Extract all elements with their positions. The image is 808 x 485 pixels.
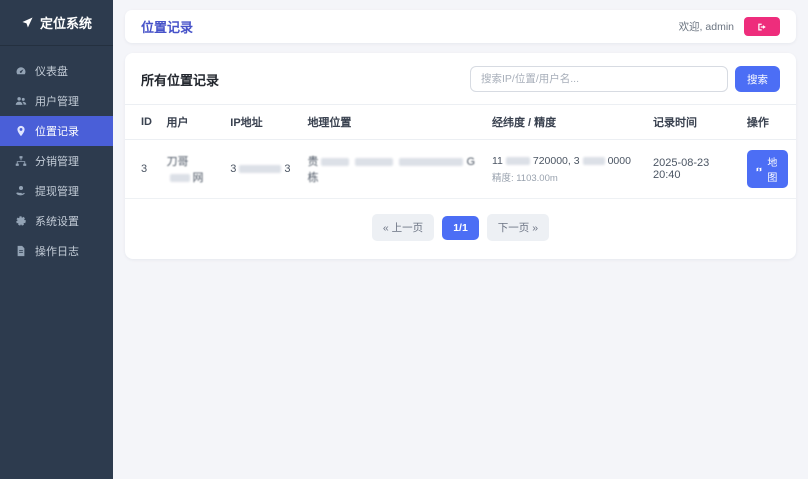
sidebar-item-label: 操作日志 [35,246,79,258]
topbar-right: 欢迎, admin [679,17,780,36]
col-ip: IP地址 [222,104,300,140]
page-title: 位置记录 [141,20,194,35]
settings-icon [14,215,27,228]
log-icon [14,245,27,258]
cell-coords: 11 720000, 3 0000 精度: 1103.00m [483,139,645,199]
dashboard-icon [14,65,27,78]
col-user: 用户 [158,104,223,140]
users-icon [14,95,27,108]
sidebar-item-withdraw[interactable]: 提现管理 [0,176,113,206]
sitemap-icon [14,155,27,168]
col-id: ID [125,104,159,140]
sidebar-item-label: 分销管理 [35,156,79,168]
logout-button[interactable] [744,17,780,36]
app-title: 定位系统 [39,16,92,31]
main-area: 位置记录 欢迎, admin 所有位置记录 搜索 ID 用户 [113,0,808,479]
col-actions: 操作 [738,104,796,140]
redacted-text [399,158,464,167]
redacted-text [355,158,394,167]
location-arrow-icon [22,17,33,28]
sidebar: 定位系统 仪表盘 用户管理 位置记录 分销管理 提现管理 系统设置 操作日志 [0,0,113,479]
table-row: 3 刀哥网 33 贵 G栋 11 720000, 3 0000 精度: 1103.00… [125,139,796,199]
redacted-text [239,165,282,174]
welcome-text: 欢迎, admin [678,21,734,33]
sign-out-icon [758,23,766,30]
sidebar-item-label: 位置记录 [35,126,79,138]
panel-header: 所有位置记录 搜索 [125,53,796,104]
sidebar-item-settings[interactable]: 系统设置 [0,206,113,236]
col-time: 记录时间 [644,104,739,140]
search-button[interactable]: 搜索 [735,66,780,92]
sidebar-item-label: 系统设置 [35,216,79,228]
cell-id: 3 [125,139,159,199]
pagination: « 上一页 1/1 下一页 » [125,199,796,255]
prev-page-button[interactable]: « 上一页 [371,214,435,241]
redacted-text [582,156,605,165]
next-page-button[interactable]: 下一页 » [486,214,550,241]
sidebar-item-location-records[interactable]: 位置记录 [0,116,113,146]
cell-user: 刀哥网 [158,139,223,199]
redacted-text [321,158,350,167]
app-logo: 定位系统 [0,0,113,46]
panel-title: 所有位置记录 [141,72,220,88]
cell-time: 2025-08-23 20:40 [644,139,739,199]
sidebar-item-users[interactable]: 用户管理 [0,86,113,116]
sidebar-item-dashboard[interactable]: 仪表盘 [0,56,113,86]
records-panel: 所有位置记录 搜索 ID 用户 IP地址 地理位置 经纬度 / 精度 记录时间 [125,53,796,259]
coordinates: 11 720000, 3 0000 [491,154,631,167]
window-bottom-edge [0,479,808,485]
records-table: ID 用户 IP地址 地理位置 经纬度 / 精度 记录时间 操作 3 刀哥网 3… [125,104,796,199]
topbar: 位置记录 欢迎, admin [125,10,796,43]
cell-actions: 地图 [738,139,796,199]
cell-location: 贵 G栋 [299,139,484,199]
sidebar-item-distribution[interactable]: 分销管理 [0,146,113,176]
search-input[interactable] [470,66,728,92]
redacted-text [169,174,190,183]
map-button[interactable]: 地图 [746,150,788,188]
sidebar-item-logs[interactable]: 操作日志 [0,236,113,266]
table-header-row: ID 用户 IP地址 地理位置 经纬度 / 精度 记录时间 操作 [125,104,796,140]
sidebar-item-label: 用户管理 [35,96,79,108]
accuracy-label: 精度: 1103.00m [491,172,558,184]
cell-ip: 33 [222,139,300,199]
redacted-text [505,156,530,165]
col-coords: 经纬度 / 精度 [483,104,645,140]
withdraw-icon [14,185,27,198]
sidebar-nav: 仪表盘 用户管理 位置记录 分销管理 提现管理 系统设置 操作日志 [0,56,113,266]
sidebar-item-label: 仪表盘 [35,66,68,78]
map-marker-icon [14,125,27,138]
search-bar: 搜索 [470,66,780,92]
map-icon [756,167,762,171]
current-page-indicator[interactable]: 1/1 [442,215,479,240]
sidebar-item-label: 提现管理 [35,186,79,198]
col-location: 地理位置 [299,104,484,140]
